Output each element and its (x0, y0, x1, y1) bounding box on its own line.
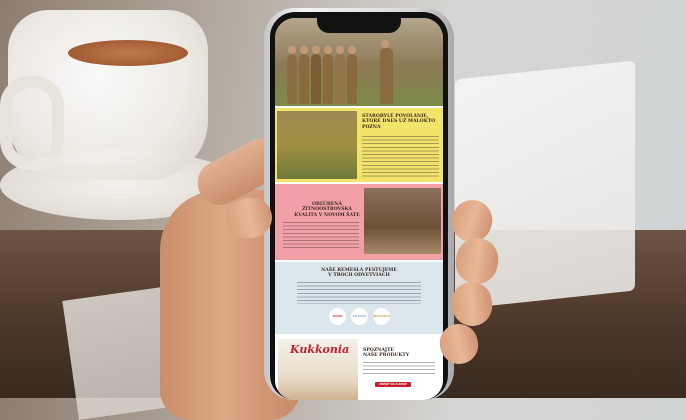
phone-screen[interactable]: STAROBYLÉ POVOLANIE, KTORÉ DNES UŽ MÁLOK… (275, 18, 443, 400)
coffee (68, 40, 188, 66)
quality-title: OBĽÚBENÁ ŽITNOOSTROVSKÁ KVALITA V NOVOM … (294, 202, 360, 218)
coffee-cup (0, 10, 208, 180)
meat-circle[interactable]: MÄSO (329, 308, 346, 325)
heritage-body (362, 136, 439, 178)
products-section: Kukkonia SPOZNAJTE NAŠE PRODUKTY PREJSŤ … (275, 336, 443, 400)
products-photo: Kukkonia (278, 339, 358, 400)
person (335, 46, 345, 104)
products-body (363, 362, 435, 374)
quality-photo (364, 188, 441, 254)
craft-title: NAŠE REMESLÁ PESTUJEME V TROCH ODVETVIAC… (321, 268, 397, 279)
smartphone: STAROBYLÉ POVOLANIE, KTORÉ DNES UŽ MÁLOK… (264, 8, 454, 400)
phone-bezel: STAROBYLÉ POVOLANIE, KTORÉ DNES UŽ MÁLOK… (270, 12, 448, 400)
milk-circle[interactable]: MLIEKO (351, 308, 368, 325)
heritage-photo (277, 111, 357, 179)
quality-body (283, 222, 359, 250)
phone-notch (317, 18, 401, 33)
craft-section: NAŠE REMESLÁ PESTUJEME V TROCH ODVETVIAC… (275, 262, 443, 334)
person (287, 46, 297, 104)
person (299, 46, 309, 104)
person (347, 46, 357, 104)
person (323, 46, 333, 104)
person (380, 40, 393, 104)
person (311, 46, 321, 104)
vegetable-circle[interactable]: ZELENINA (373, 308, 390, 325)
heritage-title: STAROBYLÉ POVOLANIE, KTORÉ DNES UŽ MÁLOK… (362, 114, 436, 130)
eshop-button[interactable]: PREJSŤ NA E-SHOP (375, 382, 411, 387)
kukkonia-logo: Kukkonia (290, 343, 350, 356)
products-title: SPOZNAJTE NAŠE PRODUKTY (363, 348, 410, 359)
quality-section: OBĽÚBENÁ ŽITNOOSTROVSKÁ KVALITA V NOVOM … (275, 184, 443, 260)
cup-handle (0, 76, 64, 170)
heritage-section: STAROBYLÉ POVOLANIE, KTORÉ DNES UŽ MÁLOK… (275, 108, 443, 182)
craft-body (297, 282, 421, 304)
